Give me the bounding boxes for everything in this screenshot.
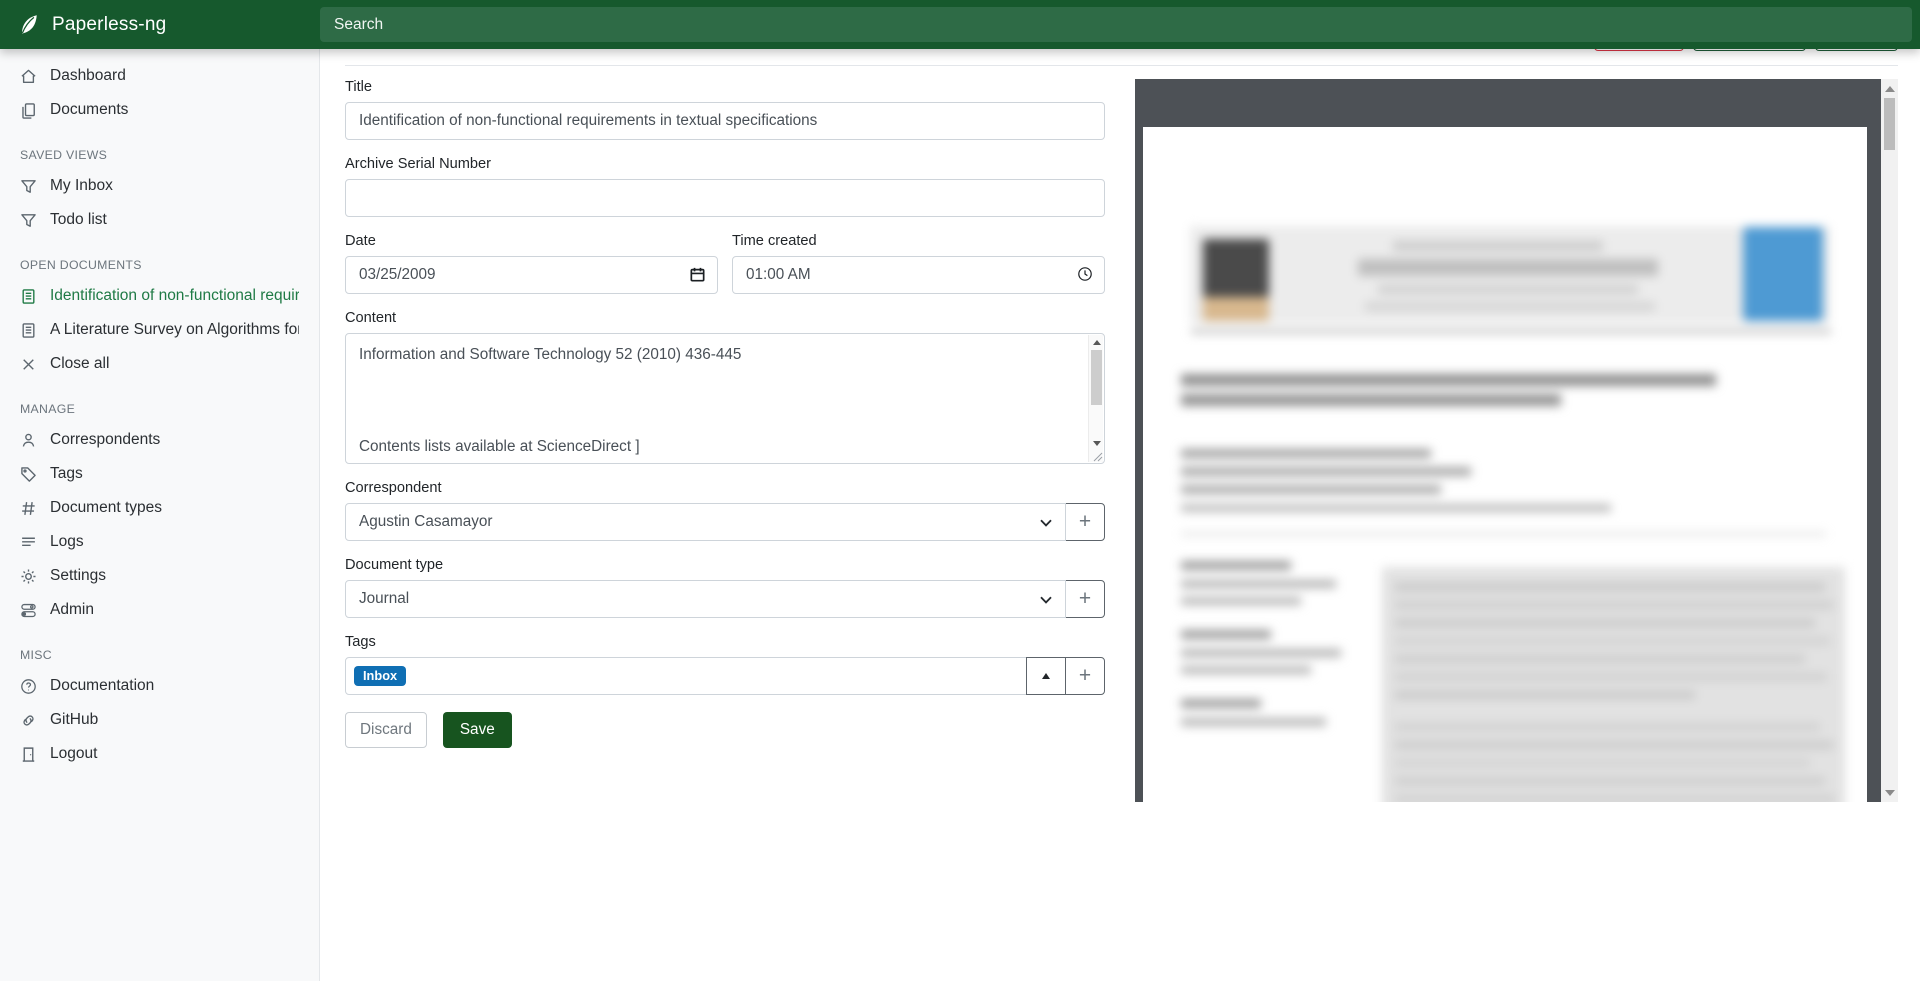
add-tag-button[interactable]: + [1065, 657, 1105, 695]
date-label: Date [345, 233, 718, 249]
brand-name: Paperless-ng [52, 14, 166, 36]
sidebar-item-open-doc-1[interactable]: Identification of non-functional require… [0, 279, 319, 313]
document-edit-form: Title Archive Serial Number Date 03/25/2… [345, 79, 1105, 802]
sidebar-section-misc: MISC [0, 627, 319, 669]
discard-button[interactable]: Discard [345, 712, 427, 748]
scroll-down-icon[interactable] [1881, 785, 1898, 800]
sidebar-section-open-documents: OPEN DOCUMENTS [0, 237, 319, 279]
document-type-label: Document type [345, 557, 1105, 573]
sidebar-section-saved-views: SAVED VIEWS [0, 127, 319, 169]
scroll-up-icon[interactable] [1089, 335, 1104, 349]
documents-icon [20, 102, 37, 119]
save-button[interactable]: Save [443, 712, 512, 748]
resize-handle-icon[interactable] [1093, 452, 1103, 462]
tags-field[interactable]: Inbox [345, 657, 1027, 695]
funnel-icon [20, 212, 37, 229]
calendar-icon[interactable] [689, 266, 706, 283]
time-created-field[interactable]: 01:00 AM [732, 256, 1105, 294]
tag-badge-inbox[interactable]: Inbox [354, 666, 406, 687]
sidebar-item-documents[interactable]: Documents [0, 93, 319, 127]
title-label: Title [345, 79, 1105, 95]
tag-icon [20, 466, 37, 483]
title-field[interactable] [345, 102, 1105, 140]
sidebar-item-tags[interactable]: Tags [0, 457, 319, 491]
plus-icon: + [1079, 665, 1091, 686]
file-text-icon [20, 322, 37, 339]
sidebar-item-correspondents[interactable]: Correspondents [0, 423, 319, 457]
sidebar: Dashboard Documents SAVED VIEWS My Inbox… [0, 49, 320, 981]
document-preview [1135, 79, 1898, 802]
tags-dropdown-toggle[interactable] [1026, 657, 1066, 695]
gear-icon [20, 568, 37, 585]
caret-up-icon [1042, 673, 1050, 679]
add-correspondent-button[interactable]: + [1065, 503, 1105, 541]
scrollbar-thumb[interactable] [1091, 350, 1102, 405]
top-navbar: Paperless-ng [0, 0, 1920, 49]
chevron-down-icon [1040, 519, 1052, 527]
sidebar-item-open-doc-2[interactable]: A Literature Survey on Algorithms for Mu… [0, 313, 319, 347]
tags-label: Tags [345, 634, 1105, 650]
question-circle-icon [20, 678, 37, 695]
pdf-page-content-blurred [1143, 127, 1867, 802]
toggles-icon [20, 602, 37, 619]
plus-icon: + [1079, 588, 1091, 609]
main-content: Identification of non-functional require… [320, 0, 1920, 802]
pdf-scrollbar-thumb[interactable] [1884, 98, 1895, 150]
sidebar-item-dashboard[interactable]: Dashboard [0, 59, 319, 93]
content-text: Information and Software Technology 52 (… [346, 334, 1087, 463]
person-icon [20, 432, 37, 449]
clock-icon[interactable] [1077, 266, 1093, 282]
list-lines-icon [20, 534, 37, 551]
search-input[interactable] [320, 7, 1912, 42]
add-document-type-button[interactable]: + [1065, 580, 1105, 618]
chevron-down-icon [1040, 596, 1052, 604]
sidebar-item-admin[interactable]: Admin [0, 593, 319, 627]
correspondent-select[interactable]: Agustin Casamayor [345, 503, 1066, 541]
close-icon [20, 356, 37, 373]
content-scrollbar[interactable] [1088, 335, 1103, 462]
scroll-up-icon[interactable] [1881, 81, 1898, 96]
scroll-down-icon[interactable] [1089, 436, 1104, 450]
link-icon [20, 712, 37, 729]
pdf-page [1143, 127, 1867, 802]
title-divider [345, 65, 1898, 66]
sidebar-item-documentation[interactable]: Documentation [0, 669, 319, 703]
sidebar-item-close-all[interactable]: Close all [0, 347, 319, 381]
sidebar-item-my-inbox[interactable]: My Inbox [0, 169, 319, 203]
asn-label: Archive Serial Number [345, 156, 1105, 172]
time-created-label: Time created [732, 233, 1105, 249]
sidebar-item-document-types[interactable]: Document types [0, 491, 319, 525]
brand[interactable]: Paperless-ng [0, 13, 320, 36]
asn-field[interactable] [345, 179, 1105, 217]
funnel-icon [20, 178, 37, 195]
date-field[interactable]: 03/25/2009 [345, 256, 718, 294]
content-textarea[interactable]: Information and Software Technology 52 (… [345, 333, 1105, 464]
correspondent-label: Correspondent [345, 480, 1105, 496]
document-type-select[interactable]: Journal [345, 580, 1066, 618]
house-icon [20, 68, 37, 85]
plus-icon: + [1079, 511, 1091, 532]
door-icon [20, 746, 37, 763]
sidebar-item-logout[interactable]: Logout [0, 737, 319, 771]
pdf-scrollbar[interactable] [1881, 79, 1898, 802]
hash-icon [20, 500, 37, 517]
file-text-icon [20, 288, 37, 305]
sidebar-item-github[interactable]: GitHub [0, 703, 319, 737]
sidebar-item-logs[interactable]: Logs [0, 525, 319, 559]
sidebar-item-todo-list[interactable]: Todo list [0, 203, 319, 237]
sidebar-item-settings[interactable]: Settings [0, 559, 319, 593]
leaf-icon [17, 13, 40, 36]
sidebar-section-manage: MANAGE [0, 381, 319, 423]
pdf-viewer[interactable] [1135, 79, 1881, 802]
content-label: Content [345, 310, 1105, 326]
